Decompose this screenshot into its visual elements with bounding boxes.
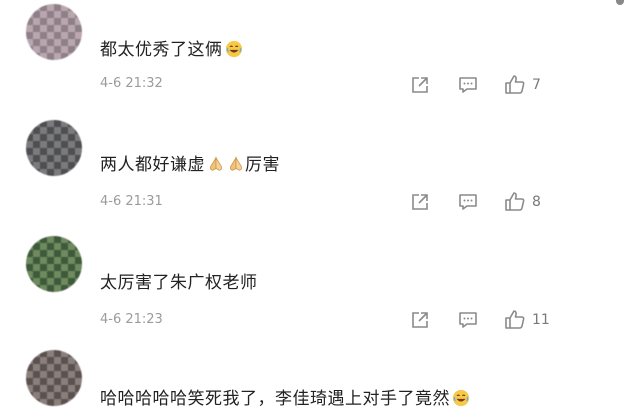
praying-hands-emoji-icon	[230, 156, 242, 171]
reply-button[interactable]	[458, 75, 478, 95]
comment-timestamp: 4-6 21:31	[100, 194, 163, 209]
like-button[interactable]: 7	[504, 74, 541, 96]
laughing-emoji-icon	[452, 389, 470, 407]
like-button[interactable]: 8	[504, 191, 541, 213]
share-button[interactable]	[410, 192, 430, 212]
avatar[interactable]	[26, 4, 82, 60]
comment-icon	[459, 194, 477, 210]
share-button[interactable]	[410, 310, 430, 330]
praying-hands-emoji-icon	[210, 156, 222, 171]
comment-icon	[459, 77, 477, 93]
comment-timestamp: 4-6 21:32	[100, 76, 163, 91]
comment-actions: 8	[410, 191, 541, 213]
laughing-emoji-icon	[225, 40, 242, 58]
comment-actions: 11	[410, 309, 550, 331]
comment-text: 哈哈哈哈哈笑死我了，李佳琦遇上对手了竟然	[100, 384, 470, 409]
comment-actions: 7	[410, 74, 541, 96]
comment-timestamp: 4-6 21:23	[100, 312, 163, 327]
reply-button[interactable]	[458, 192, 478, 212]
thumbs-up-icon	[505, 75, 525, 94]
like-count: 11	[532, 312, 550, 328]
share-icon	[412, 312, 428, 328]
like-button[interactable]: 11	[504, 309, 550, 331]
share-button[interactable]	[410, 75, 430, 95]
avatar[interactable]	[26, 236, 82, 292]
avatar[interactable]	[26, 120, 82, 176]
comment-icon	[459, 312, 477, 328]
comment-text: 两人都好谦虚 厉害	[100, 155, 280, 175]
thumbs-up-icon	[505, 192, 525, 211]
top-indicator	[616, 0, 624, 5]
comment-text: 都太优秀了这俩	[100, 35, 243, 60]
avatar[interactable]	[26, 350, 82, 406]
thumbs-up-icon	[505, 310, 525, 329]
share-icon	[412, 194, 428, 210]
like-count: 7	[532, 77, 541, 93]
reply-button[interactable]	[458, 310, 478, 330]
like-count: 8	[532, 194, 541, 210]
share-icon	[412, 77, 428, 93]
comment-text: 太厉害了朱广权老师	[100, 273, 258, 293]
